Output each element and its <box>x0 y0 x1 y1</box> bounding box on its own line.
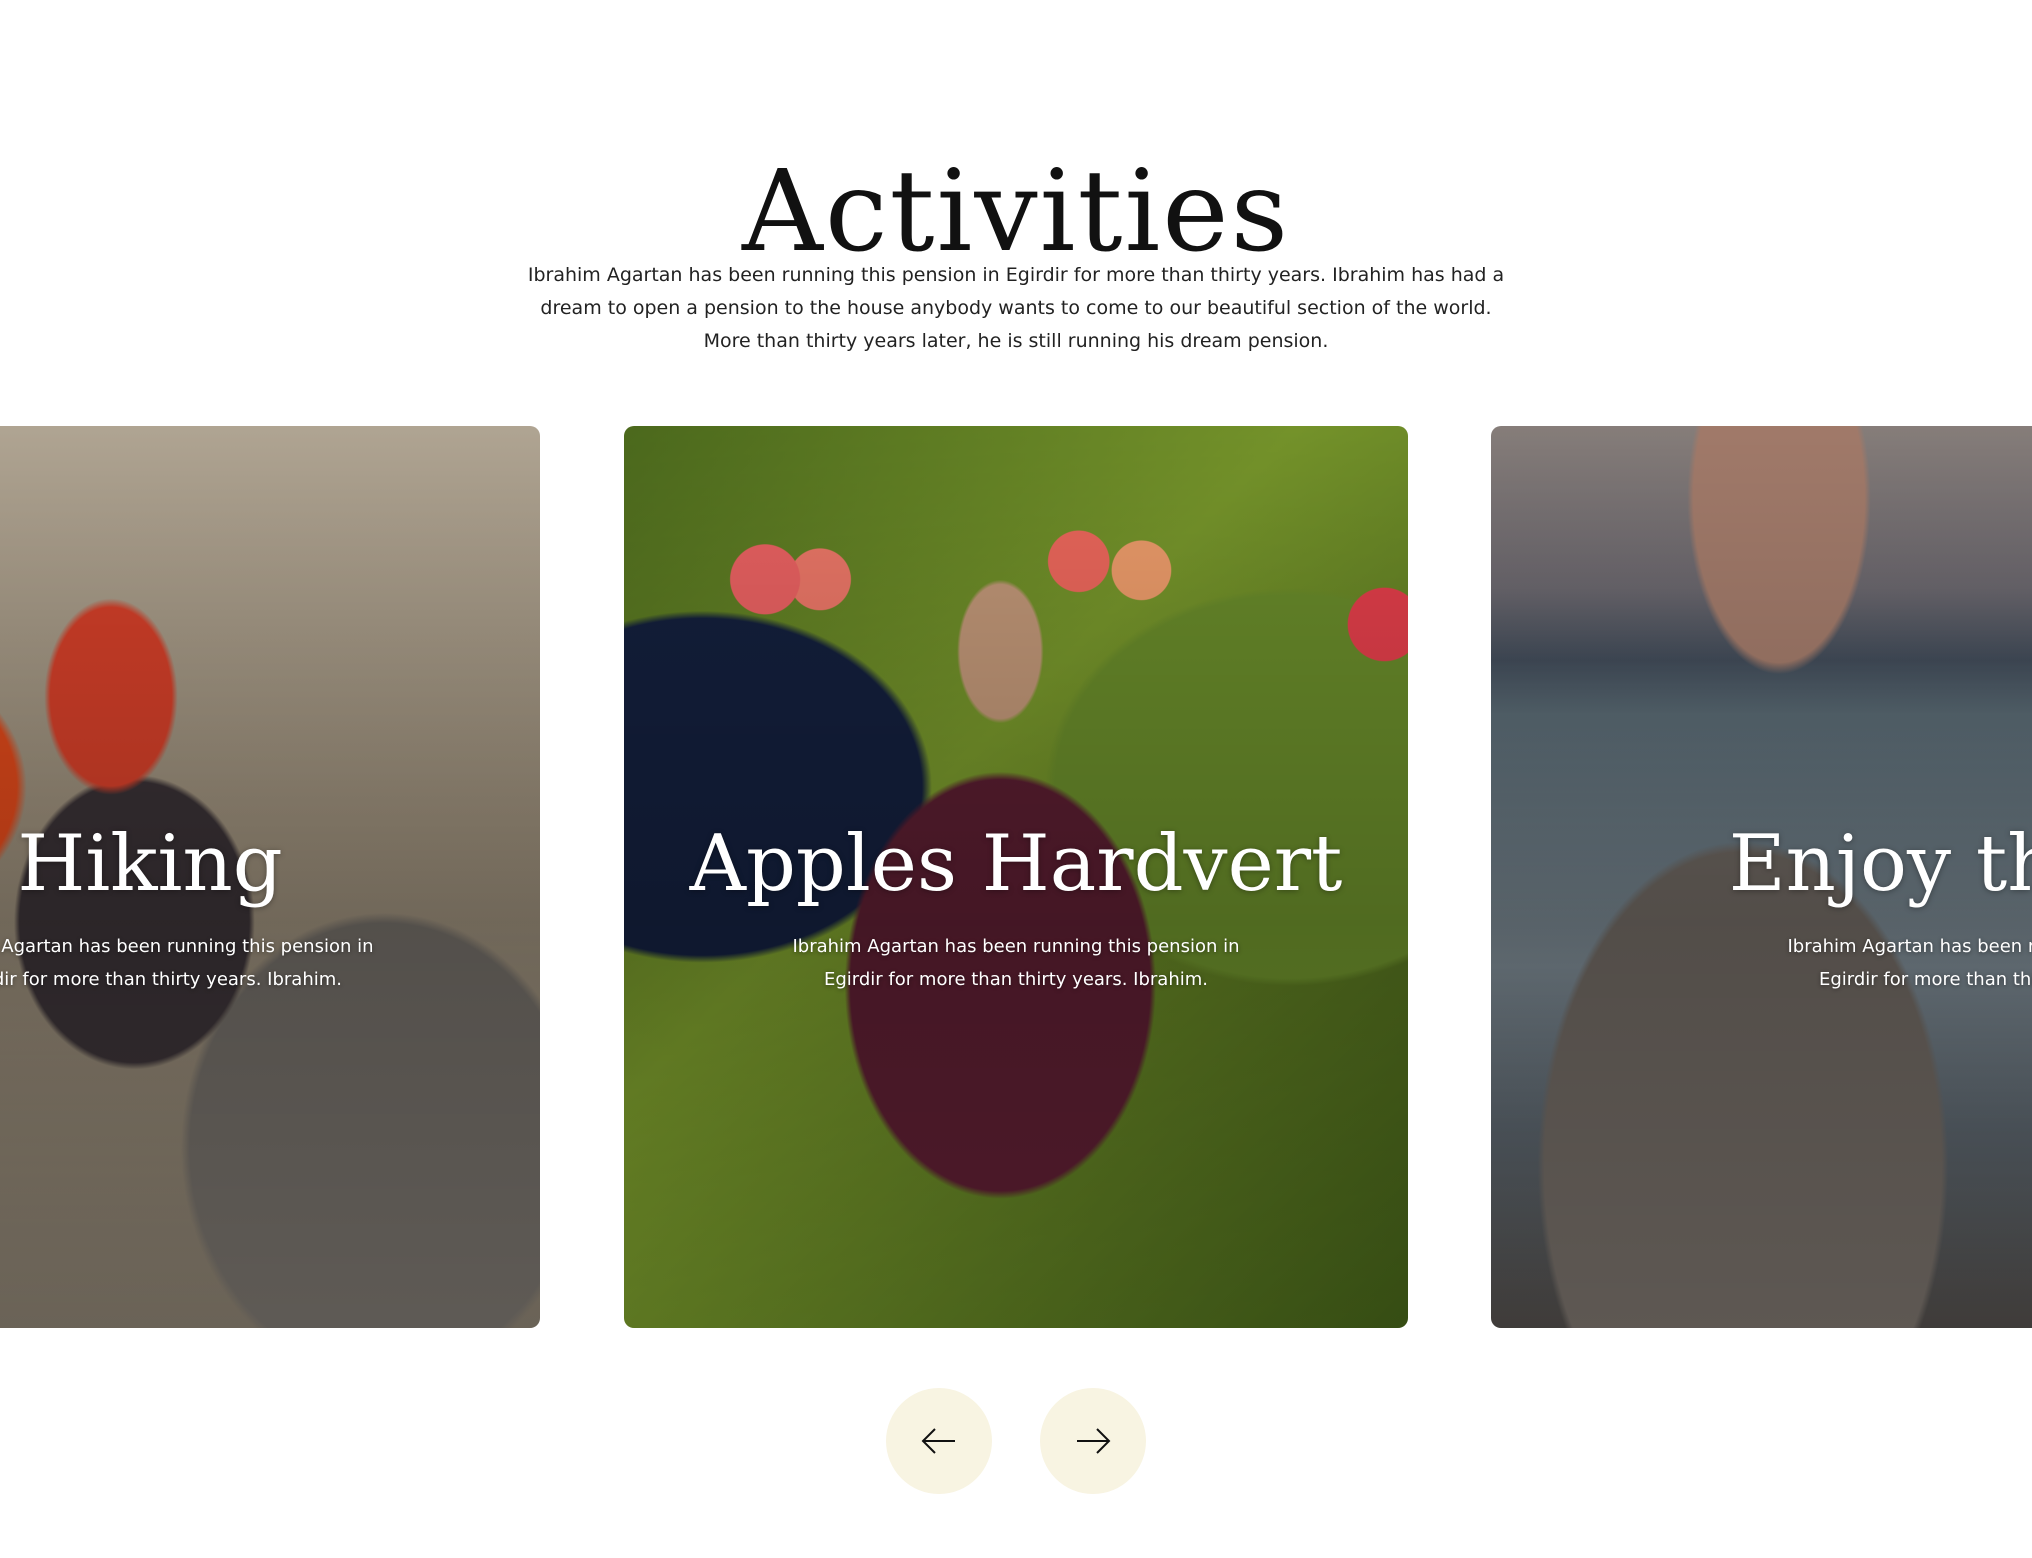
card-title: Apples Hardvert <box>689 819 1343 909</box>
activities-carousel: Hiking Ibrahim Agartan has been running … <box>0 426 2032 1332</box>
activity-card-apples[interactable]: Apples Hardvert Ibrahim Agartan has been… <box>624 426 1408 1328</box>
card-description: Ibrahim Agartan has been running this pe… <box>792 936 1240 990</box>
card-text: Hiking Ibrahim Agartan has been running … <box>0 816 540 996</box>
section-intro: Ibrahim Agartan has been running this pe… <box>527 264 1505 352</box>
arrow-left-icon <box>921 1428 955 1454</box>
activity-card-lake[interactable]: Enjoy the lake Ibrahim Agartan has been … <box>1491 426 2032 1328</box>
card-title: Hiking <box>17 819 283 909</box>
arrow-right-icon <box>1077 1428 1111 1454</box>
card-text: Enjoy the lake Ibrahim Agartan has been … <box>1491 816 2032 996</box>
activity-card-hiking[interactable]: Hiking Ibrahim Agartan has been running … <box>0 426 540 1328</box>
card-description: Ibrahim Agartan has been running this pe… <box>0 936 374 990</box>
next-button[interactable] <box>1040 1388 1146 1494</box>
prev-button[interactable] <box>886 1388 992 1494</box>
card-title: Enjoy the lake <box>1728 819 2032 909</box>
card-text: Apples Hardvert Ibrahim Agartan has been… <box>624 816 1408 996</box>
card-description: Ibrahim Agartan has been running this pe… <box>1787 936 2032 990</box>
section-title: Activities <box>741 147 1291 278</box>
